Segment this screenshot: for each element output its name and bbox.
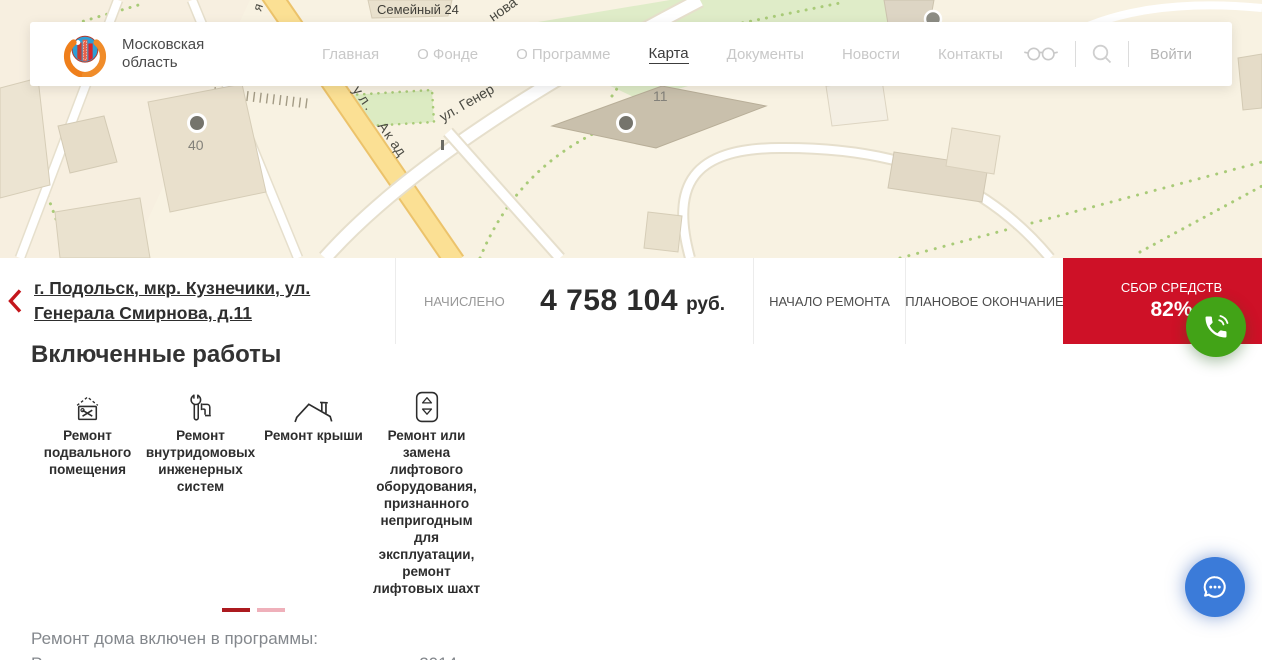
work-label: Ремонт внутридомовых инженерных систем [144, 427, 257, 495]
programs-intro: Ремонт дома включен в программы: [31, 626, 651, 651]
map-placemark-40[interactable] [189, 115, 206, 132]
menu-item-dokumenty[interactable]: Документы [727, 46, 804, 63]
fund-emblem-icon [62, 31, 108, 77]
elevator-repair-icon [415, 389, 439, 423]
work-label: Ремонт или замена лифтового оборудования… [370, 427, 483, 597]
menu-item-o-fonde[interactable]: О Фонде [417, 46, 478, 63]
repair-start-cell: НАЧАЛО РЕМОНТА [753, 258, 905, 344]
programs-block: Ремонт дома включен в программы: Региона… [31, 626, 651, 660]
nav-divider [1128, 41, 1129, 67]
program-line: Региональная программа капитального ремо… [31, 651, 651, 660]
work-item-engineering: Ремонт внутридомовых инженерных систем [144, 389, 257, 597]
search-icon[interactable] [1091, 43, 1113, 65]
basement-repair-icon [74, 389, 101, 423]
map-label-house-11: 11 [653, 88, 668, 104]
menu-item-o-programme[interactable]: О Программе [516, 46, 610, 63]
pagination-bar-2[interactable] [257, 608, 285, 612]
repair-start-label: НАЧАЛО РЕМОНТА [769, 294, 890, 309]
nav-right-group: Войти [1022, 22, 1192, 86]
map-label-house-40: 40 [188, 137, 204, 153]
works-list: Ремонт подвального помещения Ремонт внут… [31, 389, 483, 597]
menu-item-novosti[interactable]: Новости [842, 46, 900, 63]
house-info-bar: г. Подольск, мкр. Кузнечики, ул. Генерал… [0, 258, 1262, 344]
fund-logo[interactable]: Московская область [62, 31, 204, 77]
accrued-cell: НАЧИСЛЕНО 4 758 104 руб. [395, 258, 753, 344]
chat-bubble-icon [1200, 572, 1230, 602]
works-pagination [222, 608, 285, 612]
main-menu: Главная О Фонде О Программе Карта Докуме… [322, 22, 1003, 86]
roof-repair-icon [293, 389, 335, 423]
pagination-bar-1[interactable] [222, 608, 250, 612]
menu-item-kontakty[interactable]: Контакты [938, 46, 1003, 63]
accrued-value: 4 758 104 [540, 284, 678, 318]
accessibility-glasses-icon[interactable] [1022, 44, 1060, 64]
work-item-roof: Ремонт крыши [257, 389, 370, 597]
map-sign-pole [441, 140, 444, 150]
phone-callback-button[interactable] [1186, 297, 1246, 357]
chat-widget-button[interactable] [1185, 557, 1245, 617]
work-label: Ремонт крыши [264, 427, 363, 444]
back-chevron-icon[interactable] [7, 288, 23, 319]
map-label-building: Семейный 24 [377, 2, 459, 17]
work-item-basement: Ремонт подвального помещения [31, 389, 144, 597]
accrued-label: НАЧИСЛЕНО [424, 294, 505, 309]
accrued-currency: руб. [686, 294, 725, 316]
work-label: Ремонт подвального помещения [31, 427, 144, 478]
nav-divider [1075, 41, 1076, 67]
engineering-systems-icon [187, 389, 214, 423]
house-address-link[interactable]: г. Подольск, мкр. Кузнечики, ул. Генерал… [34, 276, 358, 326]
collection-label: СБОР СРЕДСТВ [1121, 280, 1222, 295]
work-item-elevator: Ремонт или замена лифтового оборудования… [370, 389, 483, 597]
logo-title: Московская область [122, 36, 204, 72]
planned-end-label: ПЛАНОВОЕ ОКОНЧАНИЕ [905, 294, 1063, 309]
login-button[interactable]: Войти [1144, 46, 1192, 63]
menu-item-karta[interactable]: Карта [649, 45, 689, 64]
menu-item-glavnaya[interactable]: Главная [322, 46, 379, 63]
phone-icon [1202, 313, 1230, 341]
address-cell: г. Подольск, мкр. Кузнечики, ул. Генерал… [0, 258, 395, 344]
map-placemark-11[interactable] [618, 115, 635, 132]
works-section-title: Включенные работы [31, 341, 281, 369]
planned-end-cell: ПЛАНОВОЕ ОКОНЧАНИЕ [905, 258, 1063, 344]
top-navigation: Московская область Главная О Фонде О Про… [30, 22, 1232, 86]
